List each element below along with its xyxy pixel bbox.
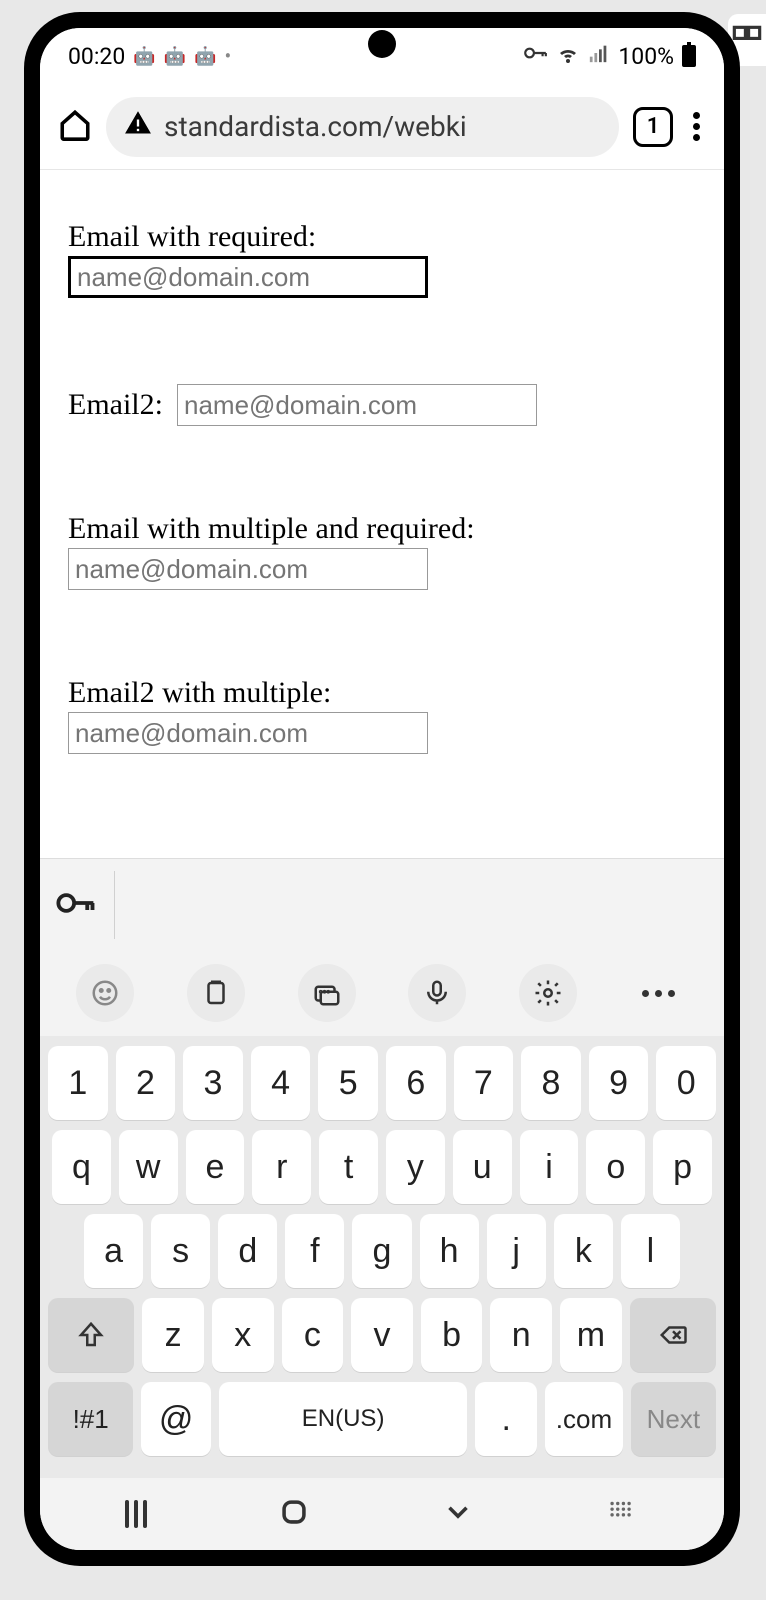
password-suggestion-bar [40, 858, 724, 950]
field-email-required: Email with required: [68, 220, 696, 298]
tabs-button[interactable]: 1 [633, 107, 673, 147]
email2-input[interactable] [177, 384, 537, 426]
page-content[interactable]: Email with required: Email2: Email with … [40, 170, 724, 858]
wifi-icon [556, 41, 580, 71]
browser-toolbar: standardista.com/webki 1 [40, 84, 724, 170]
field-email-multiple-required: Email with multiple and required: [68, 512, 696, 590]
kb-row-asdf: a s d f g h j k l [48, 1214, 716, 1288]
emoji-button[interactable] [76, 964, 134, 1022]
keyboard-switch-button[interactable] [298, 964, 356, 1022]
key-7[interactable]: 7 [454, 1046, 514, 1120]
key-w[interactable]: w [119, 1130, 178, 1204]
key-j[interactable]: j [487, 1214, 546, 1288]
key-b[interactable]: b [421, 1298, 483, 1372]
clipboard-button[interactable] [187, 964, 245, 1022]
kb-row-zxcv: z x c v b n m [48, 1298, 716, 1372]
key-9[interactable]: 9 [589, 1046, 649, 1120]
key-3[interactable]: 3 [183, 1046, 243, 1120]
key-o[interactable]: o [586, 1130, 645, 1204]
battery-percent: 100% [618, 43, 674, 70]
key-y[interactable]: y [386, 1130, 445, 1204]
android-icon: 🤖 [133, 46, 155, 67]
notification-dot-icon: • [225, 44, 232, 68]
key-6[interactable]: 6 [386, 1046, 446, 1120]
key-f[interactable]: f [285, 1214, 344, 1288]
key-h[interactable]: h [420, 1214, 479, 1288]
period-key[interactable]: . [475, 1382, 537, 1456]
insecure-warning-icon [124, 109, 152, 144]
phone-frame: 00:20 🤖 🤖 🤖 • 100% [24, 12, 740, 1566]
signal-icon [588, 42, 610, 70]
key-d[interactable]: d [218, 1214, 277, 1288]
at-key[interactable]: @ [141, 1382, 211, 1456]
key-k[interactable]: k [554, 1214, 613, 1288]
key-v[interactable]: v [351, 1298, 413, 1372]
password-key-icon[interactable] [54, 882, 96, 928]
settings-button[interactable] [519, 964, 577, 1022]
field-label: Email with multiple and required: [68, 512, 475, 545]
kb-row-bottom: !#1 @ EN(US) . .com Next [48, 1382, 716, 1456]
nav-home-icon[interactable] [277, 1495, 311, 1533]
nav-keyboard-hide-icon[interactable] [605, 1495, 639, 1533]
key-1[interactable]: 1 [48, 1046, 108, 1120]
kb-row-qwerty: q w e r t y u i o p [48, 1130, 716, 1204]
key-0[interactable]: 0 [656, 1046, 716, 1120]
key-5[interactable]: 5 [318, 1046, 378, 1120]
key-m[interactable]: m [560, 1298, 622, 1372]
shift-key[interactable] [48, 1298, 134, 1372]
field-label: Email2: [68, 388, 163, 422]
android-icon: 🤖 [164, 46, 186, 67]
key-x[interactable]: x [212, 1298, 274, 1372]
key-2[interactable]: 2 [116, 1046, 176, 1120]
key-t[interactable]: t [319, 1130, 378, 1204]
battery-icon [682, 45, 696, 67]
kb-row-numbers: 1 2 3 4 5 6 7 8 9 0 [48, 1046, 716, 1120]
email2-multiple-input[interactable] [68, 712, 428, 754]
key-4[interactable]: 4 [251, 1046, 311, 1120]
key-c[interactable]: c [282, 1298, 344, 1372]
android-icon: 🤖 [194, 46, 216, 67]
field-email2-multiple: Email2 with multiple: [68, 676, 696, 754]
keyboard: 1 2 3 4 5 6 7 8 9 0 q w e r t y u i o [40, 1036, 724, 1478]
key-n[interactable]: n [490, 1298, 552, 1372]
key-q[interactable]: q [52, 1130, 111, 1204]
space-key[interactable]: EN(US) [219, 1382, 467, 1456]
key-u[interactable]: u [453, 1130, 512, 1204]
key-p[interactable]: p [653, 1130, 712, 1204]
field-email2: Email2: [68, 384, 696, 426]
key-e[interactable]: e [186, 1130, 245, 1204]
key-s[interactable]: s [151, 1214, 210, 1288]
email-multiple-required-input[interactable] [68, 548, 428, 590]
key-l[interactable]: l [621, 1214, 680, 1288]
field-label: Email2 with multiple: [68, 676, 331, 709]
voice-input-button[interactable] [408, 964, 466, 1022]
camera-cutout [368, 30, 396, 58]
nav-back-icon[interactable] [441, 1495, 475, 1533]
url-text: standardista.com/webki [164, 110, 467, 143]
home-icon[interactable] [58, 108, 92, 146]
key-8[interactable]: 8 [521, 1046, 581, 1120]
symbols-key[interactable]: !#1 [48, 1382, 133, 1456]
field-label: Email with required: [68, 220, 316, 253]
clock: 00:20 [68, 43, 125, 70]
url-bar[interactable]: standardista.com/webki [106, 97, 619, 157]
backspace-key[interactable] [630, 1298, 716, 1372]
keyboard-toolbar [40, 950, 724, 1036]
overflow-menu-icon[interactable] [687, 108, 706, 145]
key-g[interactable]: g [352, 1214, 411, 1288]
next-key[interactable]: Next [631, 1382, 716, 1456]
divider [114, 871, 115, 939]
more-button[interactable] [630, 964, 688, 1022]
screen: 00:20 🤖 🤖 🤖 • 100% [40, 28, 724, 1550]
system-nav-bar [40, 1478, 724, 1550]
vpn-key-icon [522, 40, 548, 72]
email-required-input[interactable] [68, 256, 428, 298]
key-z[interactable]: z [142, 1298, 204, 1372]
nav-recents-icon[interactable] [125, 1500, 147, 1528]
tab-count: 1 [647, 114, 660, 139]
dotcom-key[interactable]: .com [545, 1382, 623, 1456]
key-r[interactable]: r [252, 1130, 311, 1204]
key-i[interactable]: i [520, 1130, 579, 1204]
key-a[interactable]: a [84, 1214, 143, 1288]
